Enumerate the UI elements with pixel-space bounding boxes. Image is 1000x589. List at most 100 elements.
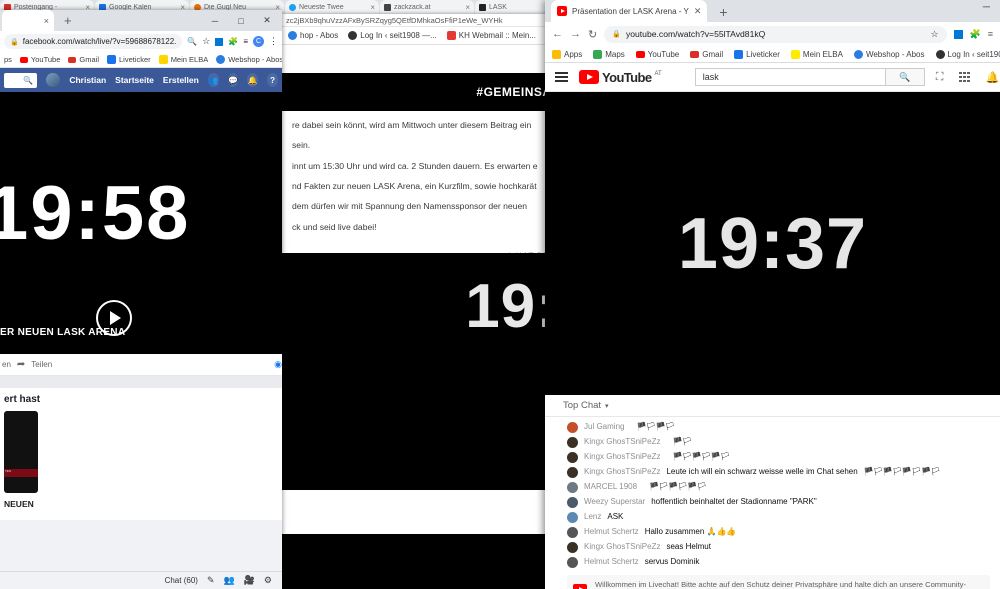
- nav-home[interactable]: Startseite: [115, 75, 154, 85]
- chat-mode-selector[interactable]: Top Chat ▾: [545, 395, 1000, 417]
- share-label[interactable]: Teilen: [31, 360, 52, 369]
- avatar[interactable]: [567, 437, 578, 448]
- chat-label[interactable]: Chat (60): [165, 576, 198, 585]
- avatar[interactable]: [567, 422, 578, 433]
- avatar[interactable]: [46, 73, 61, 87]
- avatar[interactable]: [567, 467, 578, 478]
- facebook-video-player[interactable]: 19:58 ER NEUEN LASK ARENA: [0, 92, 282, 354]
- nav-create[interactable]: Erstellen: [163, 75, 199, 85]
- profile-name[interactable]: Christian: [69, 75, 106, 85]
- youtube-window[interactable]: Präsentation der LASK Arena - Y ✕ + ─ ← …: [545, 0, 1000, 589]
- tab-label: zackzack.at: [394, 3, 431, 11]
- windows-icon[interactable]: [953, 29, 963, 39]
- chat-author[interactable]: Kingx GhosTSniPeZz: [584, 467, 660, 477]
- minimize-button[interactable]: ─: [983, 2, 990, 13]
- avatar[interactable]: [567, 482, 578, 493]
- friends-icon[interactable]: 👥: [207, 73, 219, 87]
- list-icon[interactable]: ≡: [243, 37, 248, 46]
- extensions-icon[interactable]: 🧩: [970, 29, 981, 40]
- address-bar[interactable]: 🔒 facebook.com/watch/live/?v=59688678122…: [4, 34, 183, 49]
- minimize-button[interactable]: ─: [202, 16, 228, 26]
- chat-author[interactable]: MARCEL 1908: [584, 482, 637, 492]
- search-input[interactable]: lask: [694, 68, 885, 86]
- messenger-icon[interactable]: 💬: [227, 73, 239, 87]
- help-icon[interactable]: ?: [267, 73, 278, 87]
- extensions-icon[interactable]: 🧩: [228, 37, 238, 46]
- facebook-window[interactable]: × + ─ □ ✕ 🔒 facebook.com/watch/live/?v=5…: [0, 10, 282, 589]
- avatar[interactable]: C: [253, 36, 264, 47]
- chat-author[interactable]: Helmut Schertz: [584, 527, 639, 537]
- bookmark-login[interactable]: Log In ‹ seit1908 —...: [348, 31, 437, 40]
- close-icon[interactable]: ×: [44, 16, 49, 26]
- star-icon[interactable]: ☆: [202, 36, 210, 47]
- chat-author[interactable]: Jul Gaming: [584, 422, 624, 432]
- avatar[interactable]: [567, 527, 578, 538]
- bookmark-webshop[interactable]: hop - Abos: [288, 31, 338, 40]
- chat-author[interactable]: Kingx GhosTSniPeZz: [584, 437, 660, 447]
- youtube-logo[interactable]: YouTube AT: [579, 70, 662, 85]
- youtube-video-player[interactable]: 19:37: [545, 92, 1000, 395]
- close-icon[interactable]: ×: [465, 3, 470, 12]
- new-tab-button[interactable]: +: [64, 13, 72, 28]
- video-camera-icon[interactable]: ⛶: [936, 71, 944, 84]
- hamburger-icon[interactable]: [555, 72, 568, 82]
- bookmark-youtube[interactable]: YouTube: [19, 55, 60, 64]
- new-tab-button[interactable]: +: [719, 5, 727, 22]
- bell-icon[interactable]: 🔔: [247, 73, 259, 87]
- facebook-active-tab[interactable]: ×: [2, 10, 54, 31]
- back-icon[interactable]: ←: [552, 28, 563, 40]
- bookmark-gmail[interactable]: Gmail: [690, 50, 723, 59]
- bookmark-liveticker[interactable]: Liveticker: [107, 55, 151, 64]
- address-bar[interactable]: 🔒 youtube.com/watch?v=55lTAvd81kQ ☆: [604, 25, 947, 43]
- compose-icon[interactable]: ✎: [207, 575, 215, 586]
- star-icon[interactable]: ☆: [930, 29, 938, 40]
- chat-author[interactable]: Helmut Schertz: [584, 557, 639, 567]
- close-icon[interactable]: ✕: [694, 6, 702, 17]
- facebook-chat-bar[interactable]: Chat (60) ✎ 👥 🎥 ⚙: [0, 571, 282, 589]
- search-input[interactable]: 🔍: [4, 72, 38, 88]
- youtube-active-tab[interactable]: Präsentation der LASK Arena - Y ✕: [551, 0, 708, 22]
- avatar[interactable]: [567, 497, 578, 508]
- close-button[interactable]: ✕: [254, 15, 280, 26]
- gear-icon[interactable]: ⚙: [264, 575, 272, 586]
- bookmark-maps[interactable]: Maps: [593, 49, 625, 59]
- windows-icon[interactable]: [215, 37, 224, 46]
- search-button[interactable]: 🔍: [884, 68, 925, 86]
- avatar[interactable]: [567, 512, 578, 523]
- chrome-menu-icon[interactable]: ⋮: [269, 36, 278, 47]
- chat-author[interactable]: Weezy Superstar: [584, 497, 645, 507]
- avatar[interactable]: [567, 542, 578, 553]
- avatar[interactable]: [567, 557, 578, 568]
- group-icon[interactable]: 👥: [223, 575, 234, 586]
- video-icon[interactable]: 🎥: [244, 575, 255, 586]
- bookmark-elba[interactable]: Mein ELBA: [790, 49, 843, 59]
- chrome-menu-icon[interactable]: ≡: [988, 29, 993, 39]
- forward-icon[interactable]: →: [570, 28, 581, 40]
- maximize-button[interactable]: □: [228, 16, 254, 26]
- close-icon[interactable]: ×: [370, 3, 375, 12]
- bookmark-label[interactable]: ps: [4, 55, 12, 64]
- bookmark-gmail[interactable]: Gmail: [68, 55, 99, 64]
- bell-icon[interactable]: 🔔: [986, 71, 1000, 84]
- share-icon[interactable]: ➦: [17, 359, 25, 370]
- chat-author[interactable]: Kingx GhosTSniPeZz: [584, 452, 660, 462]
- chat-author[interactable]: Kingx GhosTSniPeZz: [584, 542, 660, 552]
- comment-label[interactable]: en: [2, 360, 11, 369]
- background-tab[interactable]: zackzack.at ×: [380, 0, 474, 14]
- apps-grid-icon[interactable]: [959, 71, 970, 83]
- bookmark-webmail[interactable]: KH Webmail :: Mein...: [446, 31, 536, 40]
- bookmark-login[interactable]: Log In ‹ seit1908 —...: [935, 49, 1000, 59]
- bookmark-youtube[interactable]: YouTube: [635, 50, 679, 59]
- bookmark-liveticker[interactable]: Liveticker: [734, 49, 780, 59]
- chevron-down-icon: ▾: [605, 402, 609, 410]
- bookmark-elba[interactable]: Mein ELBA: [158, 55, 208, 64]
- reload-icon[interactable]: ↻: [588, 28, 597, 41]
- post-thumbnail[interactable]: TEN: [4, 411, 38, 493]
- avatar[interactable]: [567, 452, 578, 463]
- background-tab[interactable]: Neueste Twee ×: [285, 0, 379, 14]
- bookmark-webshop[interactable]: Webshop - Abos: [853, 49, 925, 59]
- chat-author[interactable]: Lenz: [584, 512, 601, 522]
- bookmark-webshop[interactable]: Webshop - Abos: [216, 55, 282, 64]
- zoom-icon[interactable]: 🔍: [187, 37, 197, 46]
- bookmark-apps[interactable]: Apps: [552, 49, 582, 59]
